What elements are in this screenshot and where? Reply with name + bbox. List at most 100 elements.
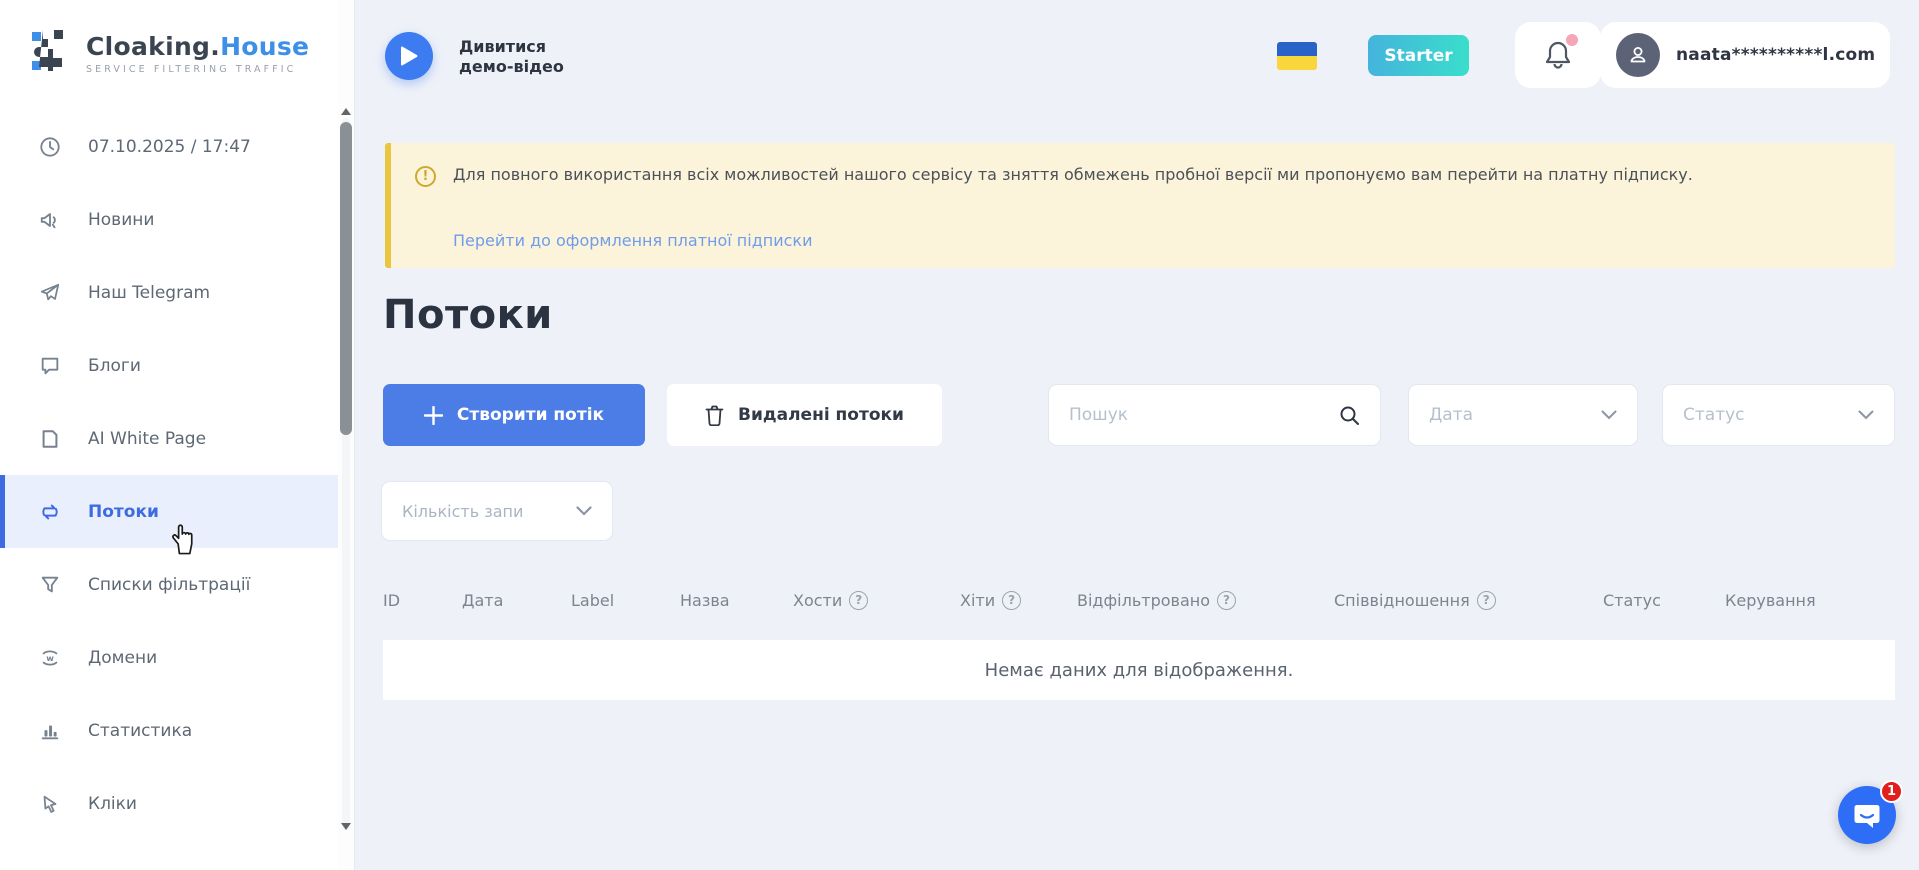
- sidebar-item-label: 07.10.2025 / 17:47: [88, 137, 251, 157]
- sidebar: Cloaking.House SERVICE FILTERING TRAFFIC…: [0, 0, 338, 870]
- sidebar-item-white-page[interactable]: AI White Page: [0, 402, 338, 475]
- brand-name-secondary: House: [220, 32, 309, 61]
- sidebar-item-label: Наш Telegram: [88, 283, 210, 303]
- column-label: ID: [383, 591, 400, 610]
- flows-table-header: IDДатаLabelНазваХости?Хіти?Відфільтрован…: [383, 575, 1895, 625]
- sidebar-nav: 07.10.2025 / 17:47 Новини Наш Telegram Блог…: [0, 110, 338, 840]
- megaphone-icon: [38, 208, 62, 232]
- column-label: Назва: [680, 591, 730, 610]
- create-flow-button[interactable]: Створити потік: [383, 384, 645, 446]
- scroll-down-icon[interactable]: [340, 822, 352, 832]
- chat-bubble-icon: [38, 354, 62, 378]
- column-header-label: Label: [571, 591, 680, 610]
- per-page-dropdown[interactable]: Кількість запи: [381, 481, 613, 541]
- sidebar-item-datetime[interactable]: 07.10.2025 / 17:47: [0, 110, 338, 183]
- help-icon[interactable]: ?: [1217, 591, 1236, 610]
- sidebar-item-label: Домени: [88, 648, 157, 668]
- language-flag-ukraine[interactable]: [1277, 42, 1317, 70]
- column-label: Дата: [462, 591, 503, 610]
- funnel-icon: [38, 573, 62, 597]
- chat-unread-badge: 1: [1880, 780, 1903, 803]
- sidebar-item-label: Статистика: [88, 721, 192, 741]
- column-header-статус: Статус: [1603, 591, 1725, 610]
- sidebar-item-label: Кліки: [88, 794, 137, 814]
- chat-icon: [1853, 801, 1881, 829]
- brand-tagline: SERVICE FILTERING TRAFFIC: [86, 64, 309, 75]
- help-icon[interactable]: ?: [1477, 591, 1496, 610]
- column-label: Хости: [793, 591, 842, 610]
- search-input[interactable]: [1069, 405, 1309, 425]
- sidebar-item-label: Новини: [88, 210, 154, 230]
- sidebar-item-filter-lists[interactable]: Списки фільтрації: [0, 548, 338, 621]
- date-filter-dropdown[interactable]: Дата: [1408, 384, 1638, 446]
- notification-dot: [1566, 34, 1578, 46]
- avatar: [1616, 33, 1660, 77]
- column-header-відфільтровано: Відфільтровано?: [1077, 591, 1334, 610]
- sidebar-item-news[interactable]: Новини: [0, 183, 338, 256]
- user-account-button[interactable]: naata**********l.com: [1600, 22, 1890, 88]
- empty-state-text: Немає даних для відображення.: [985, 660, 1294, 681]
- chevron-down-icon: [1858, 410, 1874, 420]
- notifications-button[interactable]: [1515, 22, 1601, 88]
- clock-icon: [38, 135, 62, 159]
- user-icon: [1627, 44, 1649, 66]
- app-root: Cloaking.House SERVICE FILTERING TRAFFIC…: [0, 0, 1919, 870]
- warning-icon: !: [415, 166, 436, 187]
- trial-warning-banner: ! Для повного використання всіх можливос…: [385, 143, 1895, 268]
- search-field[interactable]: [1048, 384, 1381, 446]
- deleted-flows-button[interactable]: Видалені потоки: [667, 384, 942, 446]
- column-header-хіти: Хіти?: [960, 591, 1077, 610]
- column-header-id: ID: [383, 591, 462, 610]
- user-email: naata**********l.com: [1676, 45, 1875, 65]
- sidebar-item-clicks[interactable]: Кліки: [0, 767, 338, 840]
- help-icon[interactable]: ?: [1002, 591, 1021, 610]
- sidebar-item-telegram[interactable]: Наш Telegram: [0, 256, 338, 329]
- telegram-icon: [38, 281, 62, 305]
- flag-yellow-stripe: [1277, 56, 1317, 70]
- date-filter-label: Дата: [1429, 405, 1473, 425]
- sidebar-item-blogs[interactable]: Блоги: [0, 329, 338, 402]
- sidebar-item-label: Блоги: [88, 356, 141, 376]
- domain-icon: w: [38, 646, 62, 670]
- demo-video-play-button[interactable]: [385, 32, 433, 80]
- status-filter-dropdown[interactable]: Статус: [1662, 384, 1895, 446]
- brand-name-primary: Cloaking.: [86, 32, 220, 61]
- column-header-співвідношення: Співвідношення?: [1334, 591, 1603, 610]
- help-icon[interactable]: ?: [849, 591, 868, 610]
- create-flow-label: Створити потік: [457, 405, 604, 425]
- brand-logo-icon: [30, 26, 74, 80]
- scroll-up-icon[interactable]: [340, 106, 352, 116]
- column-label: Label: [571, 591, 614, 610]
- sidebar-scrollbar[interactable]: [338, 0, 354, 870]
- main-content: Дивитися демо-відео Starter na: [355, 0, 1919, 870]
- sidebar-item-statistics[interactable]: Статистика: [0, 694, 338, 767]
- cursor-icon: [38, 792, 62, 816]
- flows-icon: [38, 500, 62, 524]
- flag-blue-stripe: [1277, 42, 1317, 56]
- demo-video-label[interactable]: Дивитися демо-відео: [459, 37, 564, 77]
- column-label: Відфільтровано: [1077, 591, 1210, 610]
- column-label: Хіти: [960, 591, 995, 610]
- upgrade-subscription-link[interactable]: Перейти до оформлення платної підписки: [453, 231, 812, 250]
- page-icon: [38, 427, 62, 451]
- status-filter-label: Статус: [1683, 405, 1745, 425]
- column-label: Співвідношення: [1334, 591, 1470, 610]
- page-title: Потоки: [383, 292, 553, 338]
- column-header-дата: Дата: [462, 591, 571, 610]
- chevron-down-icon: [1601, 410, 1617, 420]
- deleted-flows-label: Видалені потоки: [738, 405, 904, 425]
- trial-warning-text: Для повного використання всіх можливосте…: [453, 162, 1863, 187]
- sidebar-item-flows[interactable]: Потоки: [0, 475, 338, 548]
- column-header-керування: Керування: [1725, 591, 1865, 610]
- per-page-label: Кількість запи: [402, 502, 523, 521]
- trash-icon: [705, 405, 724, 426]
- brand-name: Cloaking.House SERVICE FILTERING TRAFFIC: [86, 32, 309, 75]
- scrollbar-thumb[interactable]: [340, 122, 352, 435]
- plan-badge[interactable]: Starter: [1368, 35, 1469, 76]
- sidebar-item-label: Списки фільтрації: [88, 575, 250, 595]
- search-icon[interactable]: [1339, 405, 1360, 426]
- plus-icon: [424, 406, 443, 425]
- column-header-хости: Хости?: [793, 591, 960, 610]
- brand-logo[interactable]: Cloaking.House SERVICE FILTERING TRAFFIC: [30, 26, 309, 80]
- sidebar-item-domains[interactable]: w Домени: [0, 621, 338, 694]
